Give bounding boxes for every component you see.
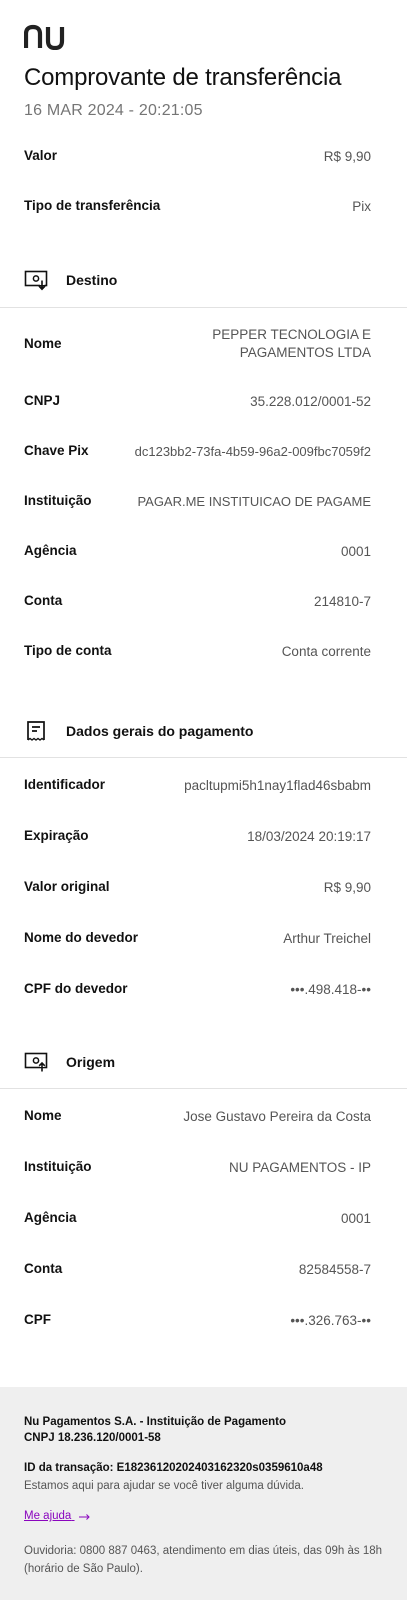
origem-row-instituicao: Instituição NU PAGAMENTOS - IP xyxy=(24,1159,371,1177)
row-value: 0001 xyxy=(340,1211,371,1226)
dados-row-cpf-devedor: CPF do devedor •••.498.418-•• xyxy=(24,981,371,999)
origem-row-conta: Conta 82584558-7 xyxy=(24,1261,371,1279)
row-label: Instituição xyxy=(24,1159,92,1174)
footer-company: Nu Pagamentos S.A. - Instituição de Paga… xyxy=(24,1414,286,1446)
section-title: Origem xyxy=(66,1054,116,1070)
row-value: 214810-7 xyxy=(313,594,371,609)
arrow-right-icon xyxy=(78,1514,90,1520)
row-value: •••.326.763-•• xyxy=(290,1313,371,1328)
row-value: Arthur Treichel xyxy=(283,931,371,946)
help-text: Estamos aqui para ajudar se você tiver a… xyxy=(24,1480,304,1492)
money-up-icon xyxy=(24,1052,48,1072)
row-label: Valor xyxy=(24,148,58,163)
row-label: Identificador xyxy=(24,777,106,792)
row-value: PEPPER TECNOLOGIA E PAGAMENTOS LTDA xyxy=(212,327,371,360)
dados-row-expiracao: Expiração 18/03/2024 20:19:17 xyxy=(24,828,371,846)
row-label: Agência xyxy=(24,1210,77,1225)
dados-row-valor-original: Valor original R$ 9,90 xyxy=(24,879,371,897)
row-value: •••.498.418-•• xyxy=(290,982,371,997)
row-label: Instituição xyxy=(24,493,92,508)
row-label: Nome xyxy=(24,1108,62,1123)
row-label: Chave Pix xyxy=(24,443,89,458)
row-label: Expiração xyxy=(24,828,89,843)
row-label: Conta xyxy=(24,593,63,608)
destino-row-chave-pix: Chave Pix dc123bb2-73fa-4b59-96a2-009fbc… xyxy=(24,443,371,461)
row-value: NU PAGAMENTOS - IP xyxy=(228,1160,371,1175)
divider xyxy=(0,307,407,308)
row-label: Agência xyxy=(24,543,77,558)
row-value: 82584558-7 xyxy=(298,1262,371,1277)
section-dados-header: Dados gerais do pagamento xyxy=(24,719,253,743)
footer-company-cnpj: CNPJ 18.236.120/0001-58 xyxy=(24,1432,161,1444)
origem-row-agencia: Agência 0001 xyxy=(24,1210,371,1228)
footer-company-name: Nu Pagamentos S.A. - Instituição de Paga… xyxy=(24,1416,286,1428)
section-title: Destino xyxy=(66,272,118,288)
row-label: CPF do devedor xyxy=(24,981,128,996)
section-title: Dados gerais do pagamento xyxy=(66,723,254,739)
destino-row-instituicao: Instituição PAGAR.ME INSTITUICAO DE PAGA… xyxy=(24,493,371,511)
row-label: Conta xyxy=(24,1261,63,1276)
ouvidoria-text: Ouvidoria: 0800 887 0463, atendimento em… xyxy=(24,1545,383,1575)
destino-row-nome: Nome PEPPER TECNOLOGIA E PAGAMENTOS LTDA xyxy=(24,326,371,362)
row-label: Tipo de transferência xyxy=(24,198,161,213)
row-label: Nome do devedor xyxy=(24,930,139,945)
destino-row-conta: Conta 214810-7 xyxy=(24,593,371,611)
page-title: Comprovante de transferência xyxy=(24,64,342,91)
destino-row-cnpj: CNPJ 35.228.012/0001-52 xyxy=(24,393,371,411)
dados-row-identificador: Identificador pacltupmi5h1nay1flad46sbab… xyxy=(24,777,371,795)
row-label: Valor original xyxy=(24,879,110,894)
row-value: 35.228.012/0001-52 xyxy=(250,394,371,409)
help-link-label: Me ajuda xyxy=(24,1510,72,1522)
origem-row-cpf: CPF •••.326.763-•• xyxy=(24,1312,371,1330)
divider xyxy=(0,757,407,758)
row-value: R$ 9,90 xyxy=(323,880,371,895)
destino-row-agencia: Agência 0001 xyxy=(24,543,371,561)
transaction-id: ID da transação: E18236120202403162320s0… xyxy=(24,1462,323,1474)
row-value: Jose Gustavo Pereira da Costa xyxy=(183,1109,371,1124)
dados-row-nome-devedor: Nome do devedor Arthur Treichel xyxy=(24,930,371,948)
divider xyxy=(0,1088,407,1089)
row-value: PAGAR.ME INSTITUICAO DE PAGAME xyxy=(137,494,371,509)
summary-row-valor: Valor R$ 9,90 xyxy=(24,148,371,166)
row-label: Tipo de conta xyxy=(24,643,112,658)
help-link[interactable]: Me ajuda xyxy=(24,1510,91,1522)
row-label: Nome xyxy=(24,336,62,351)
section-origem-header: Origem xyxy=(24,1050,115,1074)
footer: Nu Pagamentos S.A. - Instituição de Paga… xyxy=(0,1387,407,1600)
row-label: CPF xyxy=(24,1312,51,1327)
row-value: R$ 9,90 xyxy=(323,149,371,164)
origem-row-nome: Nome Jose Gustavo Pereira da Costa xyxy=(24,1108,371,1126)
row-value: 0001 xyxy=(340,544,371,559)
row-value: 18/03/2024 20:19:17 xyxy=(247,829,371,844)
row-value: pacltupmi5h1nay1flad46sbabm xyxy=(184,778,371,793)
row-value: Conta corrente xyxy=(281,644,371,659)
transfer-date: 16 MAR 2024 - 20:21:05 xyxy=(24,102,203,119)
nubank-logo-icon xyxy=(24,24,65,50)
summary-row-tipo: Tipo de transferência Pix xyxy=(24,198,371,216)
row-value: Pix xyxy=(352,199,371,214)
section-destino-header: Destino xyxy=(24,268,117,292)
receipt-icon xyxy=(27,721,45,741)
row-value: dc123bb2-73fa-4b59-96a2-009fbc7059f2 xyxy=(134,444,371,459)
destino-row-tipo-conta: Tipo de conta Conta corrente xyxy=(24,643,371,661)
money-down-icon xyxy=(24,270,48,291)
row-label: CNPJ xyxy=(24,393,61,408)
